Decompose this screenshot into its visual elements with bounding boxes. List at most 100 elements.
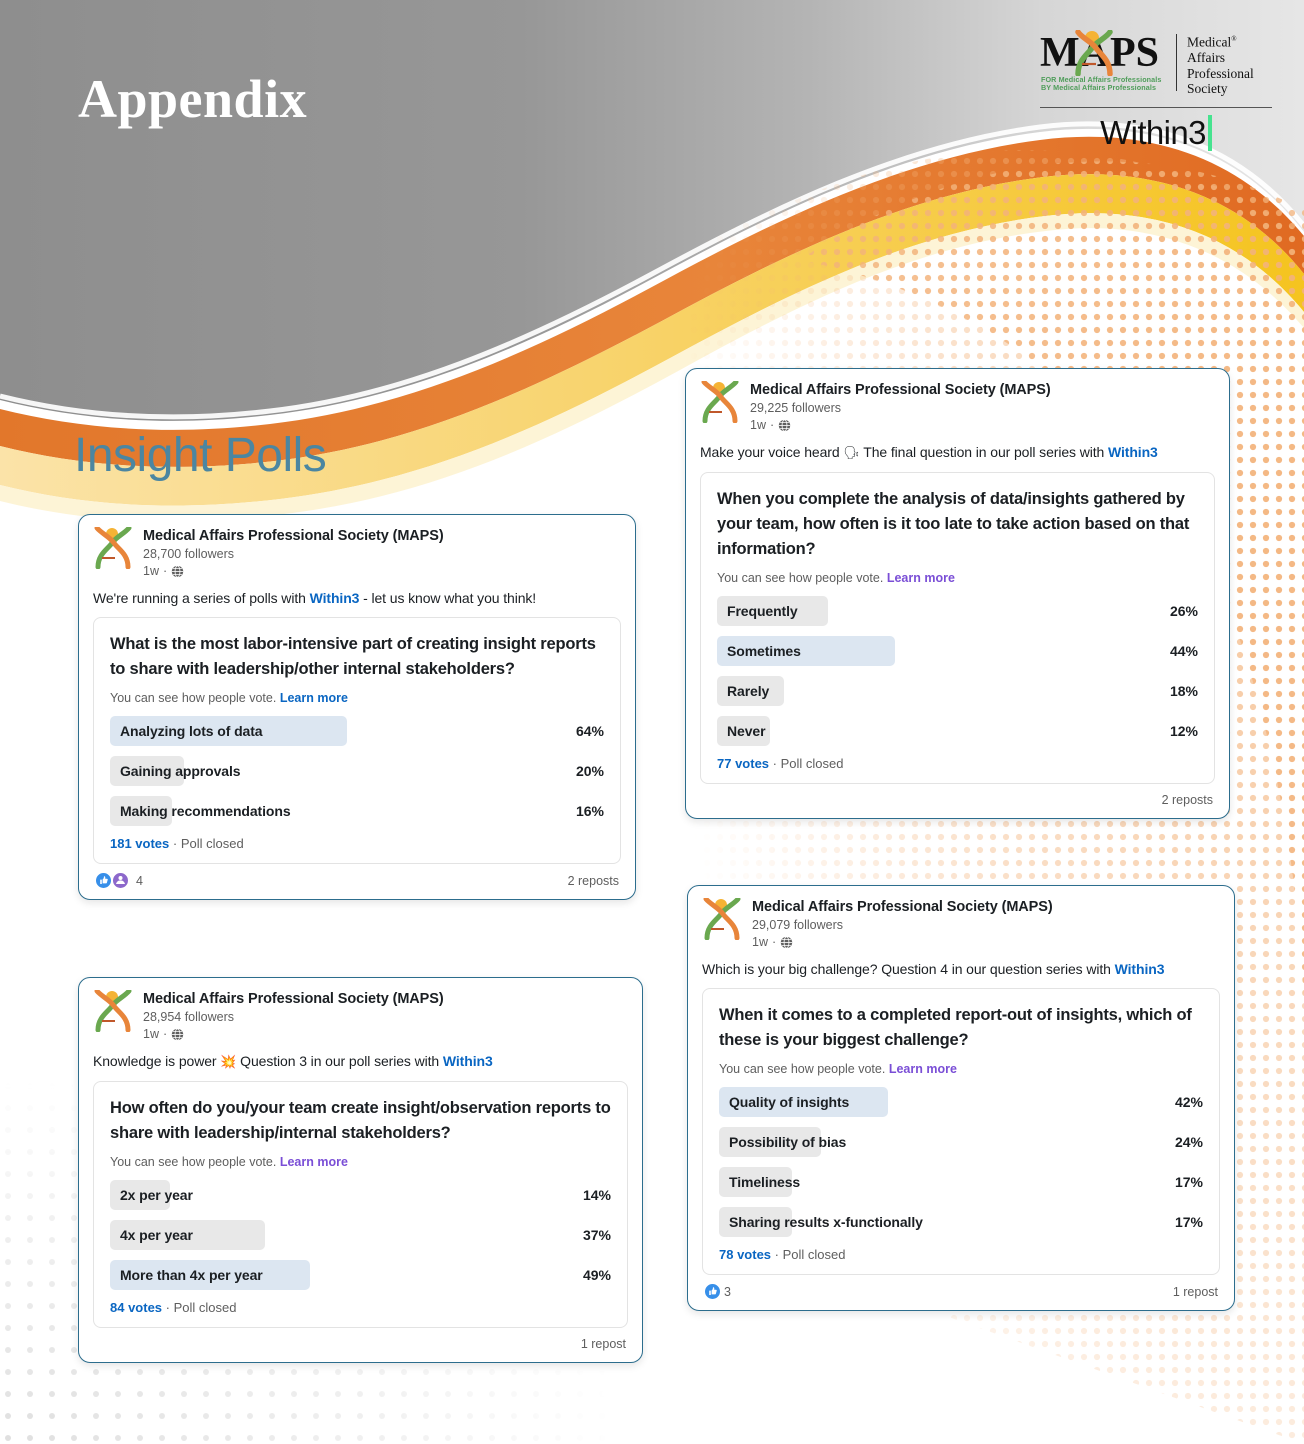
poll-footer: 84 votes · Poll closed bbox=[110, 1300, 611, 1315]
poll-option-label: More than 4x per year bbox=[120, 1267, 263, 1283]
learn-more-link[interactable]: Learn more bbox=[280, 691, 348, 705]
vote-count-link[interactable]: 84 votes bbox=[110, 1300, 162, 1315]
maps-logo: MAPS FOR Medical Affairs Professionals B… bbox=[1040, 30, 1272, 97]
poll-card[interactable]: Medical Affairs Professional Society (MA… bbox=[685, 368, 1230, 819]
avatar[interactable] bbox=[700, 379, 740, 424]
meta-separator: · bbox=[162, 564, 168, 578]
poll-option[interactable]: Frequently 26% bbox=[717, 596, 1198, 626]
vote-count-link[interactable]: 77 votes bbox=[717, 756, 769, 771]
poll-card[interactable]: Medical Affairs Professional Society (MA… bbox=[78, 514, 636, 900]
poll-status: · Poll closed bbox=[162, 1300, 237, 1315]
follower-count: 29,079 followers bbox=[752, 918, 844, 932]
poll-visibility-note: You can see how people vote. Learn more bbox=[719, 1062, 957, 1076]
reaction-group[interactable]: 4 bbox=[94, 871, 143, 889]
section-title: Insight Polls bbox=[74, 429, 327, 482]
reaction-count: 3 bbox=[724, 1284, 731, 1299]
learn-more-link[interactable]: Learn more bbox=[887, 571, 955, 585]
avatar[interactable] bbox=[702, 896, 742, 941]
learn-more-link[interactable]: Learn more bbox=[280, 1155, 348, 1169]
poll-visibility-note: You can see how people vote. Learn more bbox=[110, 1155, 348, 1169]
poll-option-label: Possibility of bias bbox=[729, 1134, 847, 1150]
follower-count: 29,225 followers bbox=[750, 401, 842, 415]
reaction-count: 4 bbox=[136, 873, 143, 888]
reaction-support-icon bbox=[111, 871, 129, 889]
poll-option-percent: 17% bbox=[1174, 1174, 1203, 1190]
poll-question: When you complete the analysis of data/i… bbox=[717, 490, 1190, 558]
poll-box: What is the most labor-intensive part of… bbox=[93, 617, 621, 864]
poll-visibility-note: You can see how people vote. Learn more bbox=[717, 571, 955, 585]
repost-count[interactable]: 2 reposts bbox=[1162, 793, 1213, 807]
poll-option[interactable]: Never 12% bbox=[717, 716, 1198, 746]
org-name[interactable]: Medical Affairs Professional Society (MA… bbox=[750, 382, 1051, 399]
poll-option-percent: 44% bbox=[1169, 643, 1198, 659]
poll-question: When it comes to a completed report-out … bbox=[719, 1006, 1192, 1049]
maps-wordmark: MAPS FOR Medical Affairs Professionals B… bbox=[1040, 30, 1170, 94]
poll-card[interactable]: Medical Affairs Professional Society (MA… bbox=[687, 885, 1235, 1311]
poll-box: How often do you/your team create insigh… bbox=[93, 1081, 628, 1328]
post-footer: 3 1 repost bbox=[702, 1275, 1220, 1302]
poll-option-percent: 18% bbox=[1169, 683, 1198, 699]
post-footer: 4 2 reposts bbox=[93, 864, 621, 891]
avatar[interactable] bbox=[93, 988, 133, 1033]
poll-option-label: Frequently bbox=[727, 603, 798, 619]
poll-status: · Poll closed bbox=[769, 756, 844, 771]
poll-option-label: Quality of insights bbox=[729, 1094, 850, 1110]
poll-box: When it comes to a completed report-out … bbox=[702, 988, 1220, 1275]
poll-option-label: Rarely bbox=[727, 683, 770, 699]
poll-option[interactable]: Sometimes 44% bbox=[717, 636, 1198, 666]
post-text-pre: Which is your big challenge? Question 4 … bbox=[702, 961, 1115, 977]
org-name[interactable]: Medical Affairs Professional Society (MA… bbox=[143, 528, 444, 545]
within3-accent-bar bbox=[1207, 115, 1212, 152]
org-name[interactable]: Medical Affairs Professional Society (MA… bbox=[143, 991, 444, 1008]
post-footer: 2 reposts bbox=[700, 784, 1215, 810]
repost-count[interactable]: 1 repost bbox=[581, 1337, 626, 1351]
post-emoji: 💥 bbox=[220, 1054, 237, 1069]
poll-option[interactable]: Timeliness 17% bbox=[719, 1167, 1203, 1197]
within3-mention-link[interactable]: Within3 bbox=[1108, 444, 1158, 460]
poll-footer: 181 votes · Poll closed bbox=[110, 836, 604, 851]
reaction-group[interactable]: 3 bbox=[703, 1282, 731, 1300]
repost-count[interactable]: 2 reposts bbox=[568, 874, 619, 888]
poll-box: When you complete the analysis of data/i… bbox=[700, 472, 1215, 784]
within3-mention-link[interactable]: Within3 bbox=[1115, 961, 1165, 977]
vote-count-link[interactable]: 181 votes bbox=[110, 836, 169, 851]
repost-count[interactable]: 1 repost bbox=[1173, 1285, 1218, 1299]
post-text-post: - let us know what you think! bbox=[359, 590, 537, 606]
poll-option-label: Never bbox=[727, 723, 766, 739]
maps-person-icon bbox=[1075, 30, 1113, 76]
avatar[interactable] bbox=[93, 525, 133, 570]
poll-option[interactable]: 4x per year 37% bbox=[110, 1220, 611, 1250]
post-footer: 1 repost bbox=[93, 1328, 628, 1354]
poll-footer: 78 votes · Poll closed bbox=[719, 1247, 1203, 1262]
vote-count-link[interactable]: 78 votes bbox=[719, 1247, 771, 1262]
post-meta: 1w · bbox=[143, 563, 444, 579]
globe-icon bbox=[171, 1027, 184, 1041]
maps-avatar-icon bbox=[703, 896, 741, 941]
poll-option[interactable]: Sharing results x-functionally 17% bbox=[719, 1207, 1203, 1237]
poll-option[interactable]: Rarely 18% bbox=[717, 676, 1198, 706]
within3-mention-link[interactable]: Within3 bbox=[310, 590, 360, 606]
poll-option[interactable]: Quality of insights 42% bbox=[719, 1087, 1203, 1117]
poll-option[interactable]: Making recommendations 16% bbox=[110, 796, 604, 826]
post-text: Which is your big challenge? Question 4 … bbox=[702, 959, 1220, 979]
poll-option-percent: 17% bbox=[1174, 1214, 1203, 1230]
reaction-like-icon bbox=[703, 1282, 721, 1300]
poll-option[interactable]: 2x per year 14% bbox=[110, 1180, 611, 1210]
page-title: Appendix bbox=[78, 69, 308, 129]
poll-option[interactable]: Gaining approvals 20% bbox=[110, 756, 604, 786]
post-header: Medical Affairs Professional Society (MA… bbox=[702, 896, 1220, 950]
poll-question: How often do you/your team create insigh… bbox=[110, 1099, 611, 1142]
poll-option[interactable]: More than 4x per year 49% bbox=[110, 1260, 611, 1290]
learn-more-link[interactable]: Learn more bbox=[889, 1062, 957, 1076]
poll-option-label: Analyzing lots of data bbox=[120, 723, 263, 739]
org-name[interactable]: Medical Affairs Professional Society (MA… bbox=[752, 899, 1053, 916]
poll-option-percent: 20% bbox=[575, 763, 604, 779]
poll-options: Quality of insights 42% Possibility of b… bbox=[719, 1087, 1203, 1237]
post-text-pre: Knowledge is power bbox=[93, 1053, 221, 1069]
poll-option[interactable]: Analyzing lots of data 64% bbox=[110, 716, 604, 746]
poll-option[interactable]: Possibility of bias 24% bbox=[719, 1127, 1203, 1157]
poll-card[interactable]: Medical Affairs Professional Society (MA… bbox=[78, 977, 643, 1363]
post-emoji: 🗣 bbox=[843, 445, 860, 460]
post-age: 1w bbox=[143, 1027, 159, 1041]
within3-mention-link[interactable]: Within3 bbox=[443, 1053, 493, 1069]
